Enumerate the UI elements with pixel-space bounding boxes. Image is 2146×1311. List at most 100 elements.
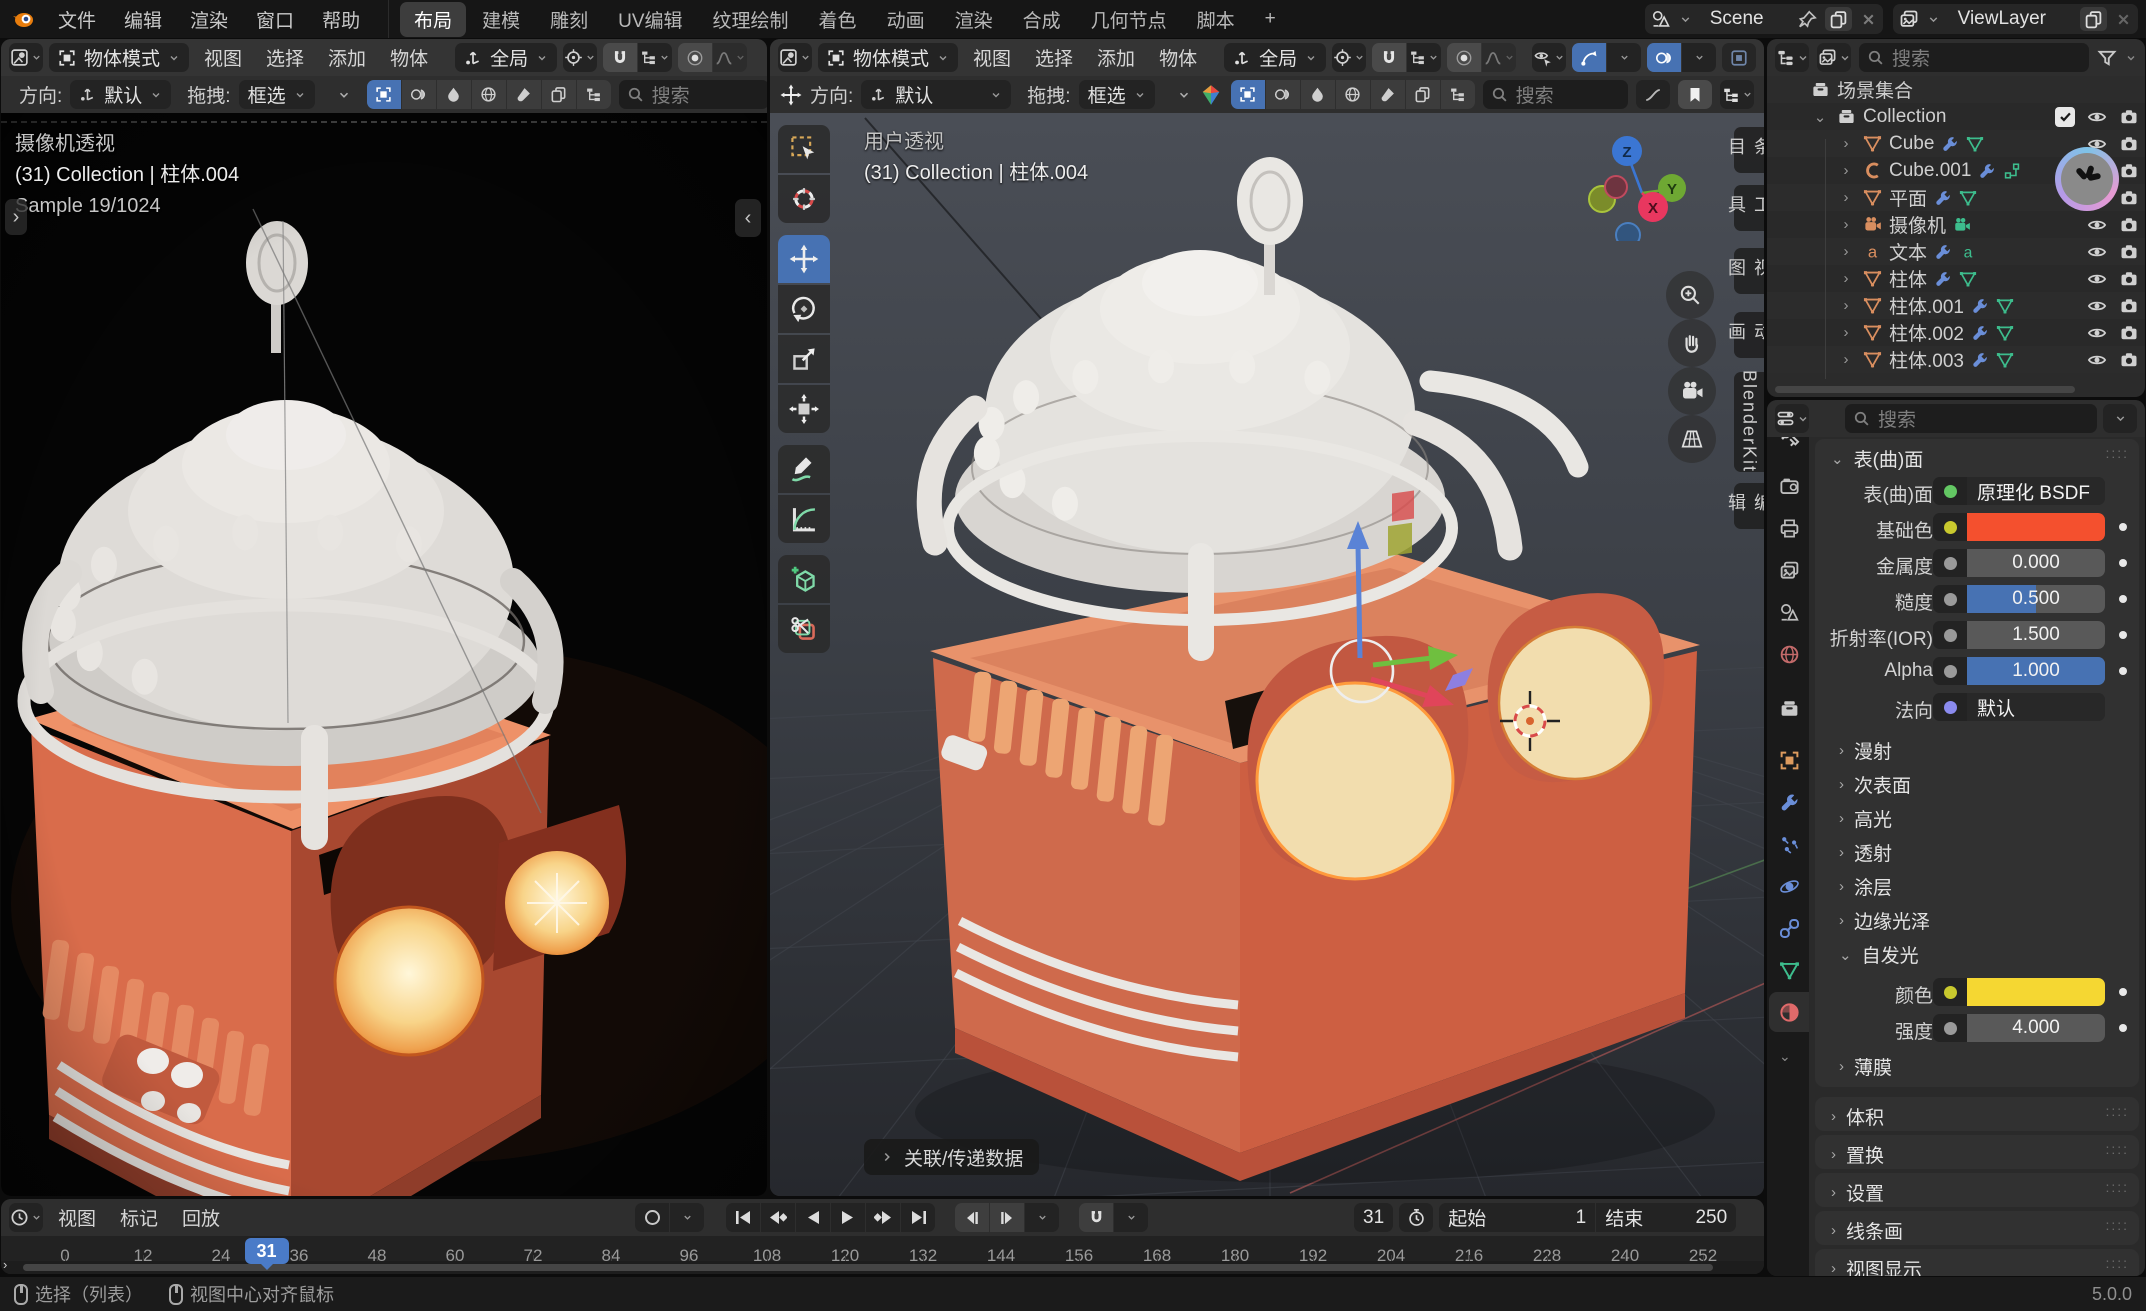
overlays-dropdown[interactable] [1682,43,1716,72]
drag-selector[interactable]: 框选 [239,80,315,109]
sidebar-tab-编辑[interactable]: 编辑 [1734,483,1764,529]
emission-color[interactable] [1933,978,2105,1006]
scene-selector[interactable]: Scene [1645,4,1883,34]
viewlayer-new-button[interactable] [2080,7,2107,31]
timeline-menu-2[interactable]: 回放 [173,1204,229,1231]
orientation-selector[interactable]: 全局 [1224,43,1326,72]
direction-selector[interactable]: 默认 [70,80,171,109]
xray-toggle[interactable] [1722,43,1756,72]
properties-tab-object[interactable] [1769,740,1809,780]
outliner-row[interactable]: ⌄Collection [1767,103,2145,130]
outliner-row[interactable]: ›柱体.001 [1767,292,2145,319]
workspace-tab-5[interactable]: 着色 [805,2,871,37]
viewlayer-delete-button[interactable] [2115,11,2132,28]
sidebar-tab-视图[interactable]: 视图 [1734,248,1764,294]
keyframe-dot[interactable] [2119,631,2127,639]
current-frame-field[interactable]: 31 [1354,1203,1393,1232]
mode-option-7[interactable] [1441,80,1475,109]
workspace-tab-8[interactable]: 合成 [1009,2,1075,37]
field-menu[interactable]: 默认 [1933,693,2105,721]
panel-1[interactable]: ›置换 :::: [1815,1135,2139,1169]
field-slider[interactable]: 0.500 [1933,585,2105,613]
gizmos-toggle[interactable] [1572,43,1606,72]
step-forward-button[interactable] [990,1203,1024,1232]
keyframe-dot[interactable] [2119,988,2127,996]
play-button[interactable] [831,1203,865,1232]
timeline-menu-0[interactable]: 视图 [49,1204,105,1231]
mode-option-1[interactable] [367,80,401,109]
subpanel-0[interactable]: ›漫射 [1839,737,1892,764]
topbar-menu-3[interactable]: 窗口 [242,0,308,38]
navigation-gizmo[interactable]: Z Y X [1580,131,1700,241]
tool-move[interactable] [778,235,830,283]
outliner-row[interactable]: ›文本 [1767,238,2145,265]
expand-chevron[interactable]: › [3,1257,7,1272]
drag-dots[interactable]: :::: [2105,445,2129,461]
subpanel-5[interactable]: ›边缘光泽 [1839,907,1930,934]
timeline-menu-1[interactable]: 标记 [111,1204,167,1231]
operator-panel[interactable]: 关联/传递数据 [864,1139,1039,1175]
mode-option-2[interactable] [1266,80,1300,109]
subpanel-3[interactable]: ›透射 [1839,839,1892,866]
field-menu[interactable]: 原理化 BSDF [1933,477,2105,505]
outliner-row[interactable]: ›柱体 [1767,265,2145,292]
snap-settings[interactable] [1407,43,1441,72]
workspace-tab-10[interactable]: 脚本 [1183,2,1249,37]
outliner-row[interactable]: ›摄像机 [1767,211,2145,238]
subpanel-4[interactable]: ›涂层 [1839,873,1892,900]
outliner-display-mode[interactable] [1775,43,1809,72]
mode-selector[interactable]: 物体模式 [49,43,189,72]
workspace-tab-1[interactable]: 建模 [468,2,534,37]
editor-type-button[interactable] [778,43,812,72]
panel-2[interactable]: ›设置 :::: [1815,1173,2139,1207]
keyframe-dot[interactable] [2119,1024,2127,1032]
mode-option-3[interactable] [437,80,471,109]
outliner-row[interactable]: 场景集合 [1767,76,2145,103]
snap-playhead-toggle[interactable] [1079,1203,1113,1232]
overlays-toggle[interactable] [1647,43,1681,72]
properties-tab-particles[interactable] [1769,824,1809,864]
sidebar-tab-BlenderKit[interactable]: BlenderKit [1734,372,1764,472]
workspace-tab-6[interactable]: 动画 [873,2,939,37]
mode-option-6[interactable] [1406,80,1440,109]
tab-scroll-chevron[interactable]: ⌄ [1779,1048,1791,1065]
topbar-menu-0[interactable]: 文件 [44,0,110,38]
viewport-menu-0[interactable]: 视图 [964,44,1020,71]
subpanel-2[interactable]: ›高光 [1839,805,1892,832]
viewport-menu-1[interactable]: 选择 [257,44,313,71]
step-back-button[interactable] [955,1203,989,1232]
mode-selector[interactable]: 物体模式 [818,43,958,72]
mode-option-1[interactable] [1231,80,1265,109]
pin-icon[interactable] [1798,10,1817,29]
tool-transform[interactable] [778,385,830,433]
proportional-falloff[interactable] [1482,43,1516,72]
field-color[interactable] [1933,513,2105,541]
topbar-menu-4[interactable]: 帮助 [308,0,374,38]
viewport-canvas[interactable]: 用户透视 (31) Collection | 柱体.004 Z Y X 条目工具… [770,113,1764,1196]
mode-option-5[interactable] [507,80,541,109]
workspace-tab-9[interactable]: 几何节点 [1077,2,1181,37]
keyframe-dot[interactable] [2119,523,2127,531]
outliner-filter-id[interactable] [1817,43,1851,72]
play-reverse-button[interactable] [796,1203,830,1232]
panel-0[interactable]: ›体积 :::: [1815,1097,2139,1131]
tool-add-cube[interactable] [778,555,830,603]
editor-type-button[interactable] [9,43,43,72]
panel-4[interactable]: ›视图显示 :::: [1815,1249,2139,1276]
pivot-point-button[interactable] [1332,43,1366,72]
mode-option-3[interactable] [1301,80,1335,109]
pivot-point-button[interactable] [563,43,597,72]
mode-option-5[interactable] [1371,80,1405,109]
tool-rotate[interactable] [778,285,830,333]
sidebar-tab-工具[interactable]: 工具 [1734,185,1764,231]
visibility-dropdown[interactable] [1532,43,1566,72]
viewport-menu-1[interactable]: 选择 [1026,44,1082,71]
next-keyframe-button[interactable] [866,1203,900,1232]
mode-option-7[interactable] [577,80,611,109]
mode-option-2[interactable] [402,80,436,109]
snap-toggle[interactable] [1372,43,1406,72]
field-slider[interactable]: 1.000 [1933,657,2105,685]
timeline-ruler[interactable]: › 01224364860728496108120132144156168180… [1,1236,1764,1274]
sidebar-tab-条目[interactable]: 条目 [1734,127,1764,173]
hierarchy-button[interactable] [1720,80,1754,109]
